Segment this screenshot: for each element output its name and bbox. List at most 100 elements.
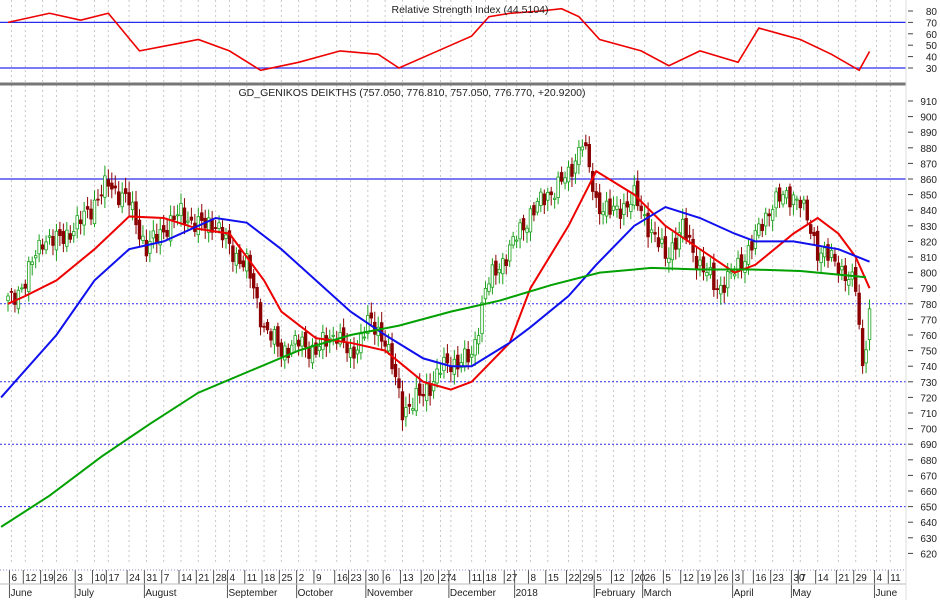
month-label: July [76,588,94,599]
x-tick-label: 19 [43,573,55,584]
rsi-title: Relative Strength Index (44.5104) [391,4,548,16]
price-y-label: 800 [920,269,937,280]
price-y-label: 720 [920,393,937,404]
month-label: 2018 [516,588,539,599]
x-tick-label: 17 [108,573,120,584]
month-label: June [875,588,897,599]
price-y-label: 850 [920,191,937,202]
x-tick-label: 26 [645,573,657,584]
x-tick-label: 11 [472,573,483,584]
x-tick-label: 10 [95,573,107,584]
stock-chart: 807060504030 910900890880870860850840830… [0,0,940,600]
month-label: December [450,588,497,599]
x-tick-label: 5 [596,573,602,584]
x-tick-label: 7 [164,573,170,584]
x-tick-label: 29 [856,573,868,584]
x-tick-label: 7 [800,573,806,584]
x-tick-label: 28 [216,573,228,584]
month-label: November [367,588,414,599]
price-y-label: 710 [920,409,937,420]
rsi-y-label: 70 [926,18,938,29]
price-y-label: 820 [920,237,937,248]
x-tick-label: 16 [337,573,349,584]
month-label: June [10,588,32,599]
x-tick-label: 21 [838,573,850,584]
price-y-label: 770 [920,315,937,326]
x-tick-label: 27 [506,573,518,584]
x-tick-label: 12 [614,573,626,584]
x-tick-label: 21 [198,573,210,584]
x-tick-label: 15 [548,573,560,584]
price-y-label: 760 [920,331,937,342]
price-y-label: 870 [920,159,937,170]
x-tick-label: 31 [146,573,158,584]
price-y-label: 730 [920,378,937,389]
price-y-label: 650 [920,503,937,514]
x-tick-label: 4 [229,573,235,584]
x-tick-label: 5 [665,573,671,584]
price-y-label: 860 [920,175,937,186]
x-tick-label: 23 [773,573,785,584]
price-y-label: 740 [920,362,937,373]
price-y-label: 910 [920,97,937,108]
x-tick-label: 26 [717,573,729,584]
x-tick-label: 3 [735,573,741,584]
price-y-label: 890 [920,128,937,139]
price-y-label: 880 [920,144,937,155]
x-tick-label: 9 [316,573,322,584]
price-y-label: 750 [920,347,937,358]
candle [805,195,809,224]
price-title: GD_GENIKOS DEIKTHS (757.050, 776.810, 75… [238,87,585,99]
rsi-y-label: 40 [926,53,938,64]
price-y-label: 630 [920,534,937,545]
x-tick-label: 2 [299,573,305,584]
x-tick-label: 6 [385,573,391,584]
x-tick-label: 12 [25,573,37,584]
price-y-label: 620 [920,549,937,560]
price-y-label: 840 [920,206,937,217]
x-tick-label: 14 [181,573,193,584]
x-tick-label: 6 [11,573,17,584]
price-y-label: 660 [920,487,937,498]
price-y-label: 830 [920,222,937,233]
price-y-label: 790 [920,284,937,295]
month-label: May [792,588,811,599]
rsi-y-label: 50 [926,41,938,52]
x-tick-label: 4 [451,573,457,584]
rsi-y-label: 80 [926,7,938,18]
price-y-label: 680 [920,456,937,467]
month-label: October [298,588,334,599]
x-tick-label: 30 [368,573,380,584]
month-label: April [734,588,754,599]
price-y-label: 690 [920,440,937,451]
price-y-label: 640 [920,518,937,529]
price-y-label: 780 [920,300,937,311]
x-tick-label: 14 [818,573,830,584]
price-y-label: 810 [920,253,937,264]
x-tick-label: 4 [876,573,882,584]
x-tick-label: 29 [582,573,594,584]
x-tick-label: 12 [683,573,695,584]
month-label: February [595,588,635,599]
price-y-label: 670 [920,471,937,482]
month-label: March [644,588,672,599]
x-tick-label: 20 [423,573,435,584]
x-tick-label: 24 [129,573,141,584]
rsi-y-label: 60 [926,30,938,41]
x-tick-label: 22 [569,573,581,584]
x-tick-label: 18 [264,573,276,584]
x-tick-label: 11 [247,573,258,584]
x-tick-label: 26 [56,573,68,584]
rsi-y-label: 30 [926,64,938,75]
month-label: August [145,588,176,599]
x-tick-label: 8 [530,573,536,584]
x-tick-label: 23 [351,573,363,584]
month-label: September [228,588,278,599]
x-tick-label: 25 [281,573,293,584]
x-tick-label: 16 [755,573,767,584]
x-tick-label: 3 [77,573,83,584]
x-tick-label: 13 [402,573,414,584]
x-tick-label: 11 [890,573,901,584]
price-y-label: 700 [920,425,937,436]
price-y-label: 900 [920,113,937,124]
